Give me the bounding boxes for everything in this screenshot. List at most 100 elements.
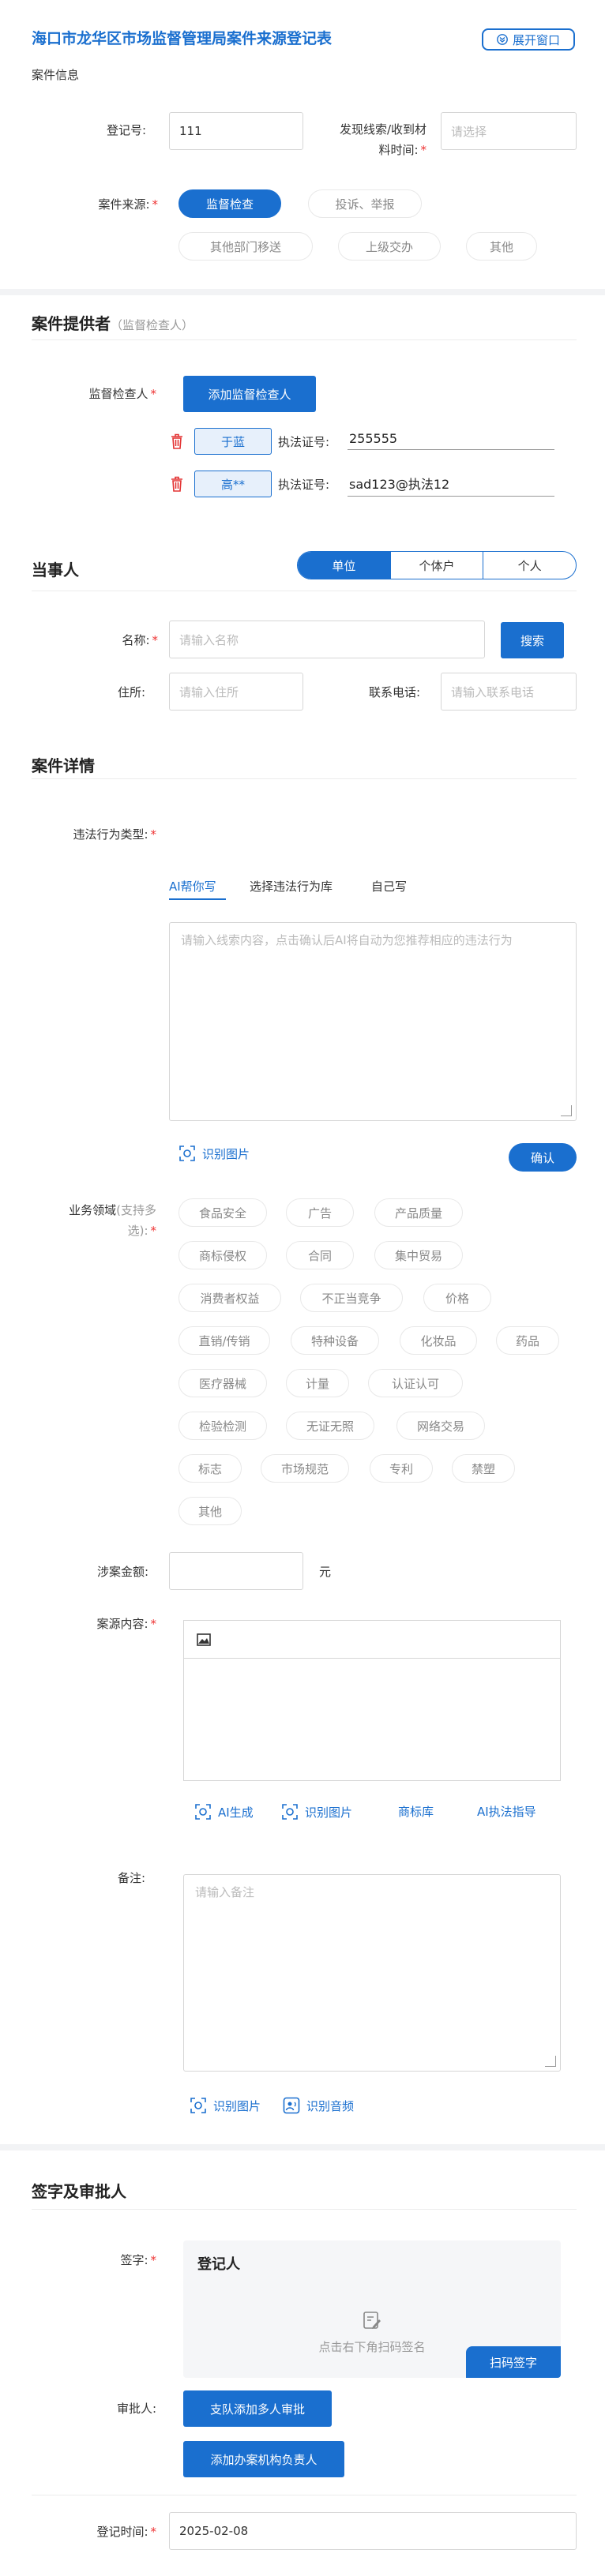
signature-panel[interactable]: 登记人 点击右下角扫码签名 扫码签字 [183,2240,561,2378]
divider [32,2209,577,2210]
resize-handle-icon [545,2056,556,2067]
phone-label: 联系电话: [368,685,420,699]
editor-toolbar [184,1621,560,1659]
domain-chip[interactable]: 专利 [370,1454,433,1483]
source-chip-supervision[interactable]: 监督检查 [178,189,281,218]
signature-section-title: 签字及审批人 [32,2182,126,2201]
domain-chip[interactable]: 合同 [286,1241,354,1269]
domain-chip[interactable]: 检验检测 [178,1412,267,1440]
party-type-selector: 单位 个体户 个人 [297,551,577,579]
recognize-image-link-2[interactable]: 识别图片 [281,1803,352,1820]
domain-chip[interactable]: 无证无照 [286,1412,374,1440]
domain-chip[interactable]: 计量 [286,1369,349,1397]
domain-chip[interactable]: 医疗器械 [178,1369,267,1397]
amount-unit: 元 [319,1565,332,1579]
insert-image-icon[interactable] [197,1633,211,1646]
provider-section-title: 案件提供者（监督检查人） [32,314,194,333]
inspector-1-name[interactable]: 于蓝 [194,428,272,455]
domain-chip[interactable]: 化妆品 [400,1326,477,1355]
page-title: 海口市龙华区市场监督管理局案件来源登记表 [32,30,333,47]
discover-time-picker[interactable]: 请选择 [441,112,577,150]
sign-label: 签字: * [120,2253,156,2267]
party-type-individual-business[interactable]: 个体户 [391,552,484,579]
domain-chip[interactable]: 不正当竞争 [300,1284,403,1312]
confirm-button[interactable]: 确认 [509,1143,577,1172]
domain-chip[interactable]: 标志 [178,1454,242,1483]
add-inspector-button[interactable]: 添加监督检查人 [183,376,316,412]
phone-input[interactable]: 请输入联系电话 [441,673,577,711]
party-name-input[interactable]: 请输入名称 [169,621,485,658]
divider [32,339,577,340]
domain-chip[interactable]: 食品安全 [178,1198,267,1227]
address-label: 住所: [117,685,145,699]
discover-time-label: 发现线索/收到材 料时间: * [339,122,427,157]
trademark-library-link[interactable]: 商标库 [398,1803,434,1820]
cert-label-1: 执法证号: [278,435,330,449]
domain-chip[interactable]: 市场规范 [261,1454,349,1483]
amount-input[interactable] [169,1552,303,1590]
domain-chip[interactable]: 集中贸易 [374,1241,463,1269]
signature-panel-title: 登记人 [197,2256,240,2273]
address-input[interactable]: 请输入住所 [169,673,303,711]
section-gap [0,289,605,295]
remark-recognize-image-link[interactable]: 识别图片 [190,2097,261,2114]
add-multi-approver-button[interactable]: 支队添加多人审批 [183,2390,332,2427]
ai-generate-link[interactable]: AI生成 [194,1803,254,1820]
party-type-person[interactable]: 个人 [483,552,576,579]
recognize-image-link-1[interactable]: 识别图片 [178,1145,250,1162]
domain-chip[interactable]: 其他 [178,1497,242,1525]
domain-chip[interactable]: 价格 [423,1284,491,1312]
party-section-title: 当事人 [32,561,79,579]
inspector-1-cert[interactable]: 255555 [348,431,554,450]
delete-inspector-2-icon[interactable] [169,475,185,493]
scan-image-icon [282,1804,298,1820]
domain-chip[interactable]: 药品 [496,1326,559,1355]
section-gap [0,2144,605,2150]
domain-chip[interactable]: 禁塑 [452,1454,515,1483]
domain-chip[interactable]: 认证认可 [368,1369,463,1397]
source-chip-complaint[interactable]: 投诉、举报 [308,189,422,218]
source-chip-superior[interactable]: 上级交办 [338,232,441,261]
cert-label-2: 执法证号: [278,478,330,492]
violation-type-label: 违法行为类型: * [73,827,156,842]
source-chip-other[interactable]: 其他 [466,232,537,261]
tab-write-own[interactable]: 自己写 [371,878,407,894]
expand-window-label: 展开窗口 [512,32,560,47]
domain-chip[interactable]: 直销/传销 [178,1326,270,1355]
content-label: 案源内容: * [96,1617,156,1631]
domain-chip[interactable]: 广告 [286,1198,354,1227]
domain-chip[interactable]: 特种设备 [291,1326,379,1355]
content-editor[interactable] [183,1620,561,1781]
remark-recognize-audio-link[interactable]: 识别音频 [283,2097,354,2114]
scan-sign-button[interactable]: 扫码签字 [466,2346,561,2378]
tab-ai-write[interactable]: AI帮你写 [169,878,216,894]
remark-textarea[interactable]: 请输入备注 [183,1874,561,2072]
domain-chip[interactable]: 消费者权益 [178,1284,281,1312]
violation-textarea[interactable]: 请输入线索内容，点击确认后AI将自动为您推荐相应的违法行为 [169,922,577,1121]
ai-guidance-link[interactable]: AI执法指导 [477,1803,536,1820]
delete-inspector-1-icon[interactable] [169,433,185,450]
party-type-unit[interactable]: 单位 [298,552,391,579]
add-agency-head-button[interactable]: 添加办案机构负责人 [183,2441,344,2477]
reg-no-input[interactable]: 111 [169,112,303,150]
party-name-label: 名称: * [122,633,158,647]
reg-time-input[interactable]: 2025-02-08 [169,2512,577,2550]
inspector-label: 监督检查人 * [88,387,156,401]
active-tab-indicator [169,898,226,900]
domain-chip[interactable]: 产品质量 [374,1198,463,1227]
case-registration-form: 海口市龙华区市场监督管理局案件来源登记表 展开窗口 案件信息 登记号: 111 … [0,0,605,2576]
reg-time-label: 登记时间: * [96,2525,156,2539]
expand-window-button[interactable]: 展开窗口 [482,28,575,51]
inspector-2-cert[interactable]: sad123@执法12 [348,474,554,497]
amount-label: 涉案金额: [96,1565,148,1579]
domain-chip[interactable]: 网络交易 [396,1412,485,1440]
tab-violation-library[interactable]: 选择违法行为库 [250,878,333,894]
scan-image-icon [190,2098,206,2113]
scan-image-icon [195,1804,211,1820]
details-section-title: 案件详情 [32,756,95,775]
inspector-2-name[interactable]: 高** [194,471,272,497]
domain-chip[interactable]: 商标侵权 [178,1241,267,1269]
audio-recognize-icon [283,2097,300,2114]
source-chip-other-dept[interactable]: 其他部门移送 [178,232,313,261]
search-button[interactable]: 搜索 [501,622,564,658]
